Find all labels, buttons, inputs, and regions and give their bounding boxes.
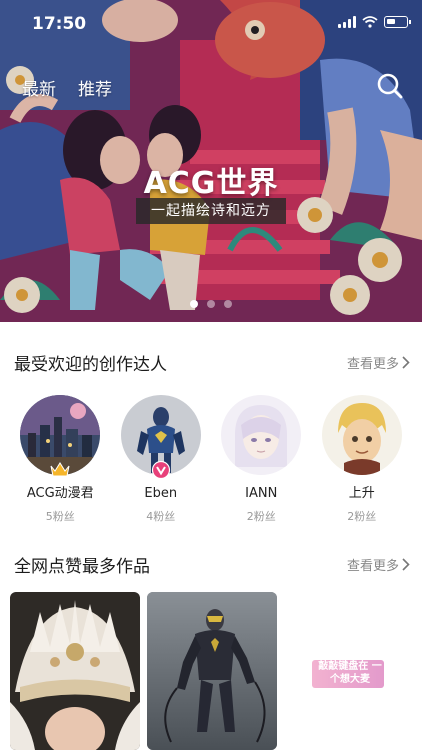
status-icons xyxy=(338,16,411,28)
status-time: 17:50 xyxy=(32,14,87,34)
creator-fans: 4粉丝 xyxy=(146,510,176,523)
creator-name: ACG动漫君 xyxy=(26,486,94,501)
chevron-right-icon xyxy=(402,557,410,571)
see-more-label: 查看更多 xyxy=(346,558,399,574)
creators-see-more-link[interactable]: 查看更多 xyxy=(347,353,410,372)
creator-card[interactable]: 上升 2粉丝 xyxy=(319,395,405,524)
wifi-icon xyxy=(362,16,378,28)
creator-card[interactable]: Eben 4粉丝 xyxy=(118,395,204,524)
work-image xyxy=(147,592,277,750)
verified-v-icon xyxy=(151,461,170,479)
carousel-dot[interactable] xyxy=(190,300,198,308)
work-image xyxy=(10,592,140,750)
battery-icon xyxy=(384,16,411,28)
creators-section-header: 最受欢迎的创作达人 查看更多 xyxy=(14,350,410,375)
tab-recommended[interactable]: 推荐 xyxy=(78,75,112,100)
creator-card[interactable]: IANN 2粉丝 xyxy=(218,395,304,524)
signal-icon xyxy=(338,16,356,28)
search-icon[interactable] xyxy=(376,72,404,100)
avatar xyxy=(321,395,402,475)
carousel-indicator xyxy=(0,300,422,308)
creators-section-title: 最受欢迎的创作达人 xyxy=(14,354,167,375)
works-section-title: 全网点赞最多作品 xyxy=(14,556,150,577)
work-card[interactable] xyxy=(10,592,140,750)
work-text-label: 敲敲键盘在 一个想大麦 xyxy=(318,661,382,685)
banner-subtitle: 一起描绘诗和远方 xyxy=(136,198,286,224)
top-tabs: 最新 推荐 xyxy=(22,75,112,100)
creator-fans: 5粉丝 xyxy=(45,510,75,523)
work-card[interactable] xyxy=(147,592,277,750)
carousel-dot[interactable] xyxy=(224,300,232,308)
avatar xyxy=(221,395,302,475)
chevron-right-icon xyxy=(402,355,410,369)
creator-card[interactable]: ACG动漫君 5粉丝 xyxy=(17,395,103,524)
see-more-label: 查看更多 xyxy=(346,356,399,372)
creator-name: IANN xyxy=(245,486,278,501)
banner-title: ACG世界 xyxy=(143,166,279,201)
works-section-header: 全网点赞最多作品 查看更多 xyxy=(14,552,410,577)
crown-icon xyxy=(50,462,70,477)
carousel-dot[interactable] xyxy=(207,300,215,308)
creator-fans: 2粉丝 xyxy=(347,510,377,523)
works-see-more-link[interactable]: 查看更多 xyxy=(347,555,410,574)
creator-name: 上升 xyxy=(348,486,375,501)
status-bar: 17:50 xyxy=(0,0,422,40)
creator-fans: 2粉丝 xyxy=(246,510,276,523)
tab-latest[interactable]: 最新 xyxy=(22,75,56,100)
hero-banner[interactable]: 17:50 最新 推荐 ACG世界 一起描绘诗和远方 xyxy=(0,0,422,322)
creator-name: Eben xyxy=(144,486,178,501)
creators-list: ACG动漫君 5粉丝 Eben 4粉丝 IANN 2粉丝 上升 2粉丝 xyxy=(0,395,422,524)
